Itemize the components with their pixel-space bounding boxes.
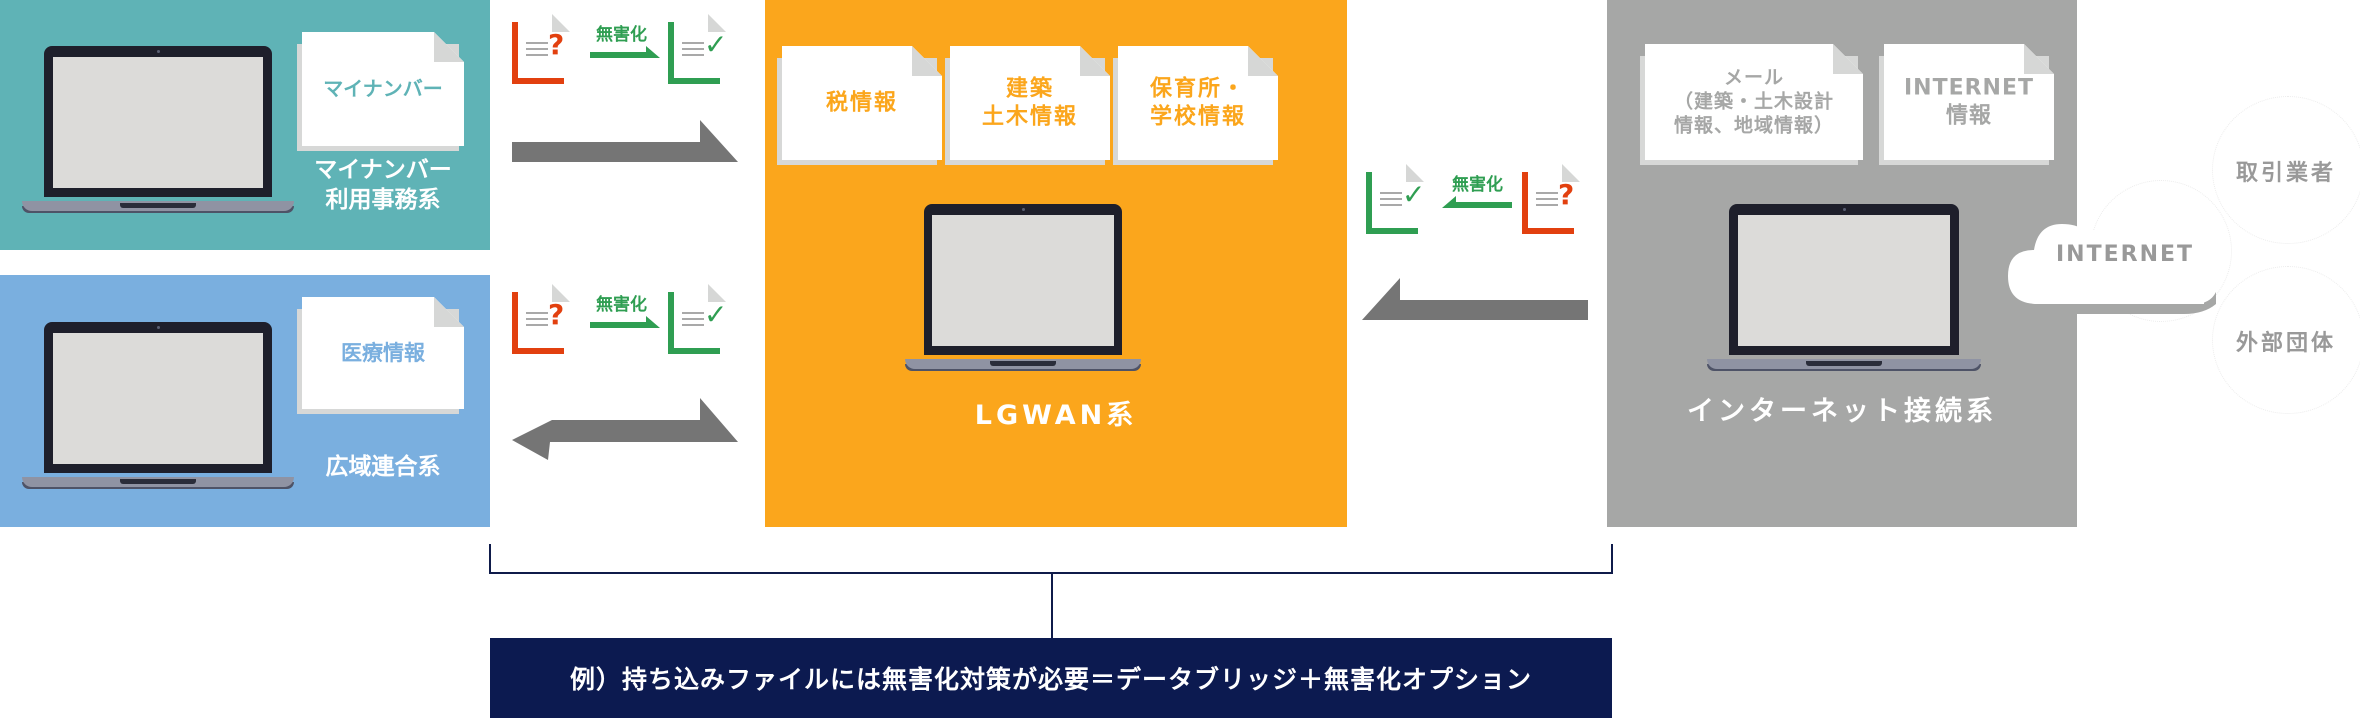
document-label: メール （建築・土木設計 情報、地域情報） xyxy=(1673,66,1834,136)
sanitize-label: 無害化 xyxy=(596,25,647,45)
laptop-icon xyxy=(22,46,294,218)
document-internet-info: INTERNET 情報 xyxy=(1879,44,2054,165)
lgwan-system-panel: 税情報 建築 土木情報 保育所・ 学校情報 LGWAN系 xyxy=(765,0,1347,527)
document-label: INTERNET 情報 xyxy=(1903,75,2035,129)
document-medical: 医療情報 xyxy=(297,297,464,414)
document-tax: 税情報 xyxy=(777,46,942,165)
sanitize-arrow: 無害化 xyxy=(1442,175,1514,226)
question-mark-icon: ? xyxy=(548,28,565,61)
system-label: 広域連合系 xyxy=(325,454,441,480)
laptop-icon xyxy=(905,204,1141,376)
document-label: 税情報 xyxy=(825,90,898,116)
document-mynumber: マイナンバー xyxy=(297,32,464,151)
sanitize-arrow: 無害化 xyxy=(590,25,662,76)
note-text: 例）持ち込みファイルには無害化対策が必要＝データブリッジ＋無害化オプション xyxy=(569,665,1532,694)
arrow-right-icon xyxy=(590,46,660,58)
transfer-arrow-left xyxy=(1362,278,1588,320)
cloud-label: INTERNET xyxy=(2056,242,2195,267)
arrow-left-icon xyxy=(1442,196,1512,208)
unsafe-file-icon: ? xyxy=(512,14,570,84)
document-school: 保育所・ 学校情報 xyxy=(1113,46,1278,165)
external-party-label: 取引業者 xyxy=(2236,161,2337,186)
laptop-icon xyxy=(1707,204,1981,376)
unsafe-file-icon: ? xyxy=(1522,164,1580,234)
safe-file-icon: ✓ xyxy=(1366,164,1425,234)
check-icon: ✓ xyxy=(1402,178,1426,211)
unsafe-file-icon: ? xyxy=(512,284,570,354)
document-label: 保育所・ 学校情報 xyxy=(1149,76,1246,130)
check-icon: ✓ xyxy=(704,28,728,61)
system-label: LGWAN系 xyxy=(974,400,1138,431)
document-label: 医療情報 xyxy=(341,340,425,365)
system-label: マイナンバー 利用事務系 xyxy=(314,157,452,213)
document-label: マイナンバー xyxy=(323,76,443,101)
transfer-arrow-bidirectional xyxy=(512,398,738,460)
note-banner: 例）持ち込みファイルには無害化対策が必要＝データブリッジ＋無害化オプション xyxy=(490,638,1612,718)
bracket-stem xyxy=(1051,573,1053,638)
check-icon: ✓ xyxy=(704,298,728,331)
question-mark-icon: ? xyxy=(1558,178,1575,211)
regional-system-panel: 医療情報 広域連合系 xyxy=(0,275,490,527)
document-construction: 建築 土木情報 xyxy=(945,46,1110,165)
sanitize-label: 無害化 xyxy=(596,295,647,315)
sanitize-arrow: 無害化 xyxy=(590,295,662,346)
document-mail: メール （建築・土木設計 情報、地域情報） xyxy=(1640,44,1863,165)
sanitize-label: 無害化 xyxy=(1452,175,1503,195)
external-party-label: 外部団体 xyxy=(2236,331,2337,356)
question-mark-icon: ? xyxy=(548,298,565,331)
bracket-line xyxy=(489,544,1613,574)
safe-file-icon: ✓ xyxy=(668,284,727,354)
safe-file-icon: ✓ xyxy=(668,14,727,84)
laptop-icon xyxy=(22,322,294,494)
document-label: 建築 土木情報 xyxy=(981,76,1078,130)
transfer-arrow-right xyxy=(512,120,738,162)
mynumber-system-panel: マイナンバー マイナンバー 利用事務系 xyxy=(0,0,490,250)
arrow-right-icon xyxy=(590,316,660,328)
system-label: インターネット接続系 xyxy=(1687,396,1997,427)
